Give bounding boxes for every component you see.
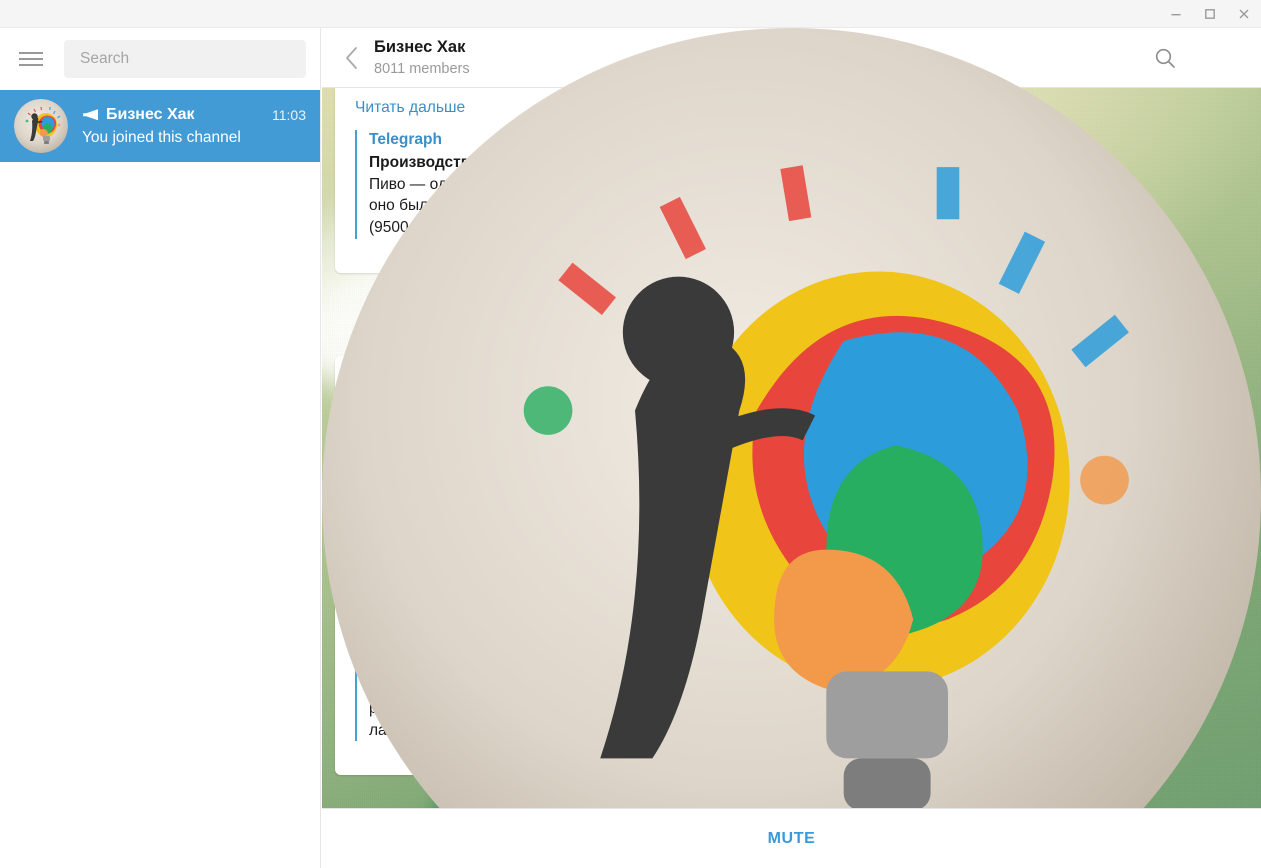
- chat-action-bar: MUTE: [322, 808, 1261, 868]
- mute-button[interactable]: MUTE: [768, 830, 816, 848]
- search-input[interactable]: [64, 40, 306, 78]
- header-avatar[interactable]: [322, 28, 1261, 868]
- sidebar-item-label: Бизнес Хак: [106, 105, 195, 123]
- sidebar-item-content: Бизнес Хак 11:03 You joined this channel: [82, 106, 306, 147]
- lightbulb-puzzle-avatar-icon: [14, 99, 68, 153]
- chat-panel: Бизнес Хак 8011 members Читать дальше Te…: [322, 0, 1261, 868]
- sidebar-toolbar: [0, 28, 320, 90]
- avatar: [14, 99, 68, 153]
- sidebar-item-header: Бизнес Хак 11:03: [82, 106, 306, 124]
- search-field[interactable]: [80, 50, 290, 68]
- lightbulb-puzzle-avatar-icon: [322, 28, 1261, 868]
- sidebar-item-biznes-hak[interactable]: Бизнес Хак 11:03 You joined this channel: [0, 90, 320, 162]
- sidebar-item-time: 11:03: [272, 106, 306, 123]
- hamburger-menu-icon[interactable]: [14, 42, 48, 76]
- sidebar-item-preview: You joined this channel: [82, 128, 241, 146]
- megaphone-icon: [83, 109, 98, 121]
- sidebar: Бизнес Хак 11:03 You joined this channel: [0, 28, 321, 868]
- chat-header: Бизнес Хак 8011 members: [322, 28, 1261, 868]
- telegram-window: Бизнес Хак 11:03 You joined this channel…: [0, 0, 1261, 868]
